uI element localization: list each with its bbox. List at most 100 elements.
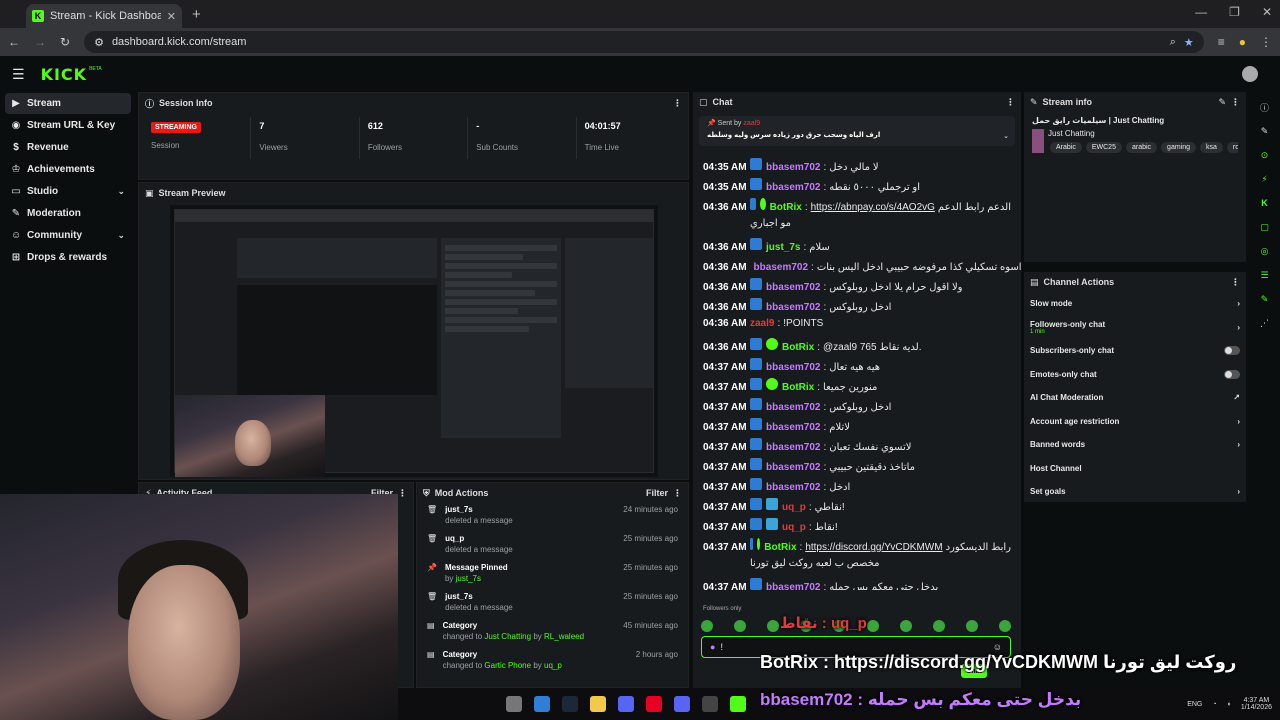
- chat-message[interactable]: 04:36 AM zaal9: !POINTS: [693, 318, 1021, 338]
- chevron-down-icon[interactable]: ⌄: [1003, 132, 1009, 140]
- ai-moderation-action[interactable]: AI Chat Moderation ↗: [1024, 386, 1246, 410]
- chat-message[interactable]: 04:37 AM bbasem702: ادخل: [693, 478, 1021, 498]
- chat-username[interactable]: bbasem702: [754, 262, 808, 273]
- emote-icon[interactable]: [932, 620, 945, 632]
- chat-message[interactable]: 04:36 AM just_7s: سلام: [693, 238, 1021, 258]
- chat-username[interactable]: bbasem702: [766, 482, 820, 493]
- chat-username[interactable]: bbasem702: [766, 182, 820, 193]
- chat-message[interactable]: 04:36 AM BotRix: @zaal9 765 لديه نقاط.: [693, 338, 1021, 358]
- menu-icon[interactable]: ⋮: [1260, 35, 1272, 49]
- chat-username[interactable]: just_7s: [766, 242, 800, 253]
- clock[interactable]: 4:37 AM 1/14/2026: [1241, 697, 1272, 711]
- edit-icon[interactable]: ✎: [1218, 97, 1226, 108]
- chat-message[interactable]: 04:37 AM bbasem702: ماتاخذ دقيقتين حبيبي: [693, 458, 1021, 478]
- panel-menu-icon[interactable]: ⋮: [1006, 97, 1015, 108]
- chat-message[interactable]: 04:37 AM BotRix: منورين جميعا: [693, 378, 1021, 398]
- chat-message[interactable]: 04:37 AM bbasem702: ادخل روبلوكس: [693, 398, 1021, 418]
- chat-message[interactable]: 04:37 AM uq_p: نقاطي!: [693, 498, 1021, 518]
- banned-words-action[interactable]: Banned words ›: [1024, 433, 1246, 457]
- close-window-icon[interactable]: ✕: [1262, 5, 1272, 19]
- chat-message[interactable]: 04:36 AM bbasem702: اسوه تسكيلي كذا مرفوضه…: [693, 258, 1021, 278]
- emote-icon[interactable]: [767, 620, 780, 632]
- back-icon[interactable]: ←: [8, 35, 20, 49]
- reload-icon[interactable]: ↻: [60, 35, 70, 49]
- chat-message[interactable]: 04:36 AM bbasem702: ولا اقول حرام يلا ادخل…: [693, 278, 1021, 298]
- chat-username[interactable]: BotRix: [764, 542, 796, 553]
- minimize-icon[interactable]: —: [1195, 5, 1207, 19]
- emote-icon[interactable]: [734, 620, 747, 632]
- emoji-icon[interactable]: ☺: [993, 642, 1002, 652]
- sidebar-item-studio[interactable]: ▭ Studio ⌄: [5, 181, 131, 202]
- wrench-rail-icon[interactable]: ✎: [1256, 290, 1274, 308]
- xbox-taskbar-icon[interactable]: [702, 696, 718, 712]
- maximize-icon[interactable]: ❐: [1229, 5, 1240, 19]
- chat-rail-icon[interactable]: ▢: [1256, 218, 1274, 236]
- chat-username[interactable]: zaal9: [750, 318, 774, 329]
- list-rail-icon[interactable]: ☰: [1256, 266, 1274, 284]
- emote-icon[interactable]: [899, 620, 912, 632]
- chat-message[interactable]: مو اجباري: [693, 218, 1021, 238]
- volume-icon[interactable]: ◖: [1227, 701, 1231, 708]
- chat-username[interactable]: bbasem702: [766, 162, 820, 173]
- chat-message[interactable]: 04:37 AM bbasem702: هيه هيه تعال: [693, 358, 1021, 378]
- kick-logo[interactable]: KICK: [41, 65, 88, 84]
- emote-icon[interactable]: [998, 620, 1011, 632]
- zoom-icon[interactable]: ⌕: [1170, 36, 1176, 49]
- chat-username[interactable]: bbasem702: [766, 422, 820, 433]
- panel-menu-icon[interactable]: ⋮: [1231, 97, 1240, 108]
- language-indicator[interactable]: ENG: [1187, 701, 1202, 708]
- sidebar-item-revenue[interactable]: $ Revenue: [5, 137, 131, 158]
- chat-link[interactable]: https://abnpay.co/s/4AO2vG: [811, 202, 935, 213]
- close-tab-icon[interactable]: ✕: [167, 10, 176, 23]
- mic-icon[interactable]: ●: [710, 642, 715, 652]
- chat-username[interactable]: BotRix: [770, 202, 802, 213]
- chat-username[interactable]: bbasem702: [766, 302, 820, 313]
- chat-message[interactable]: 04:37 AM BotRix: https://discord.gg/YvCDKM…: [693, 538, 1021, 558]
- chat-username[interactable]: bbasem702: [766, 442, 820, 453]
- chat-link[interactable]: https://discord.gg/YvCDKMWM: [805, 542, 942, 553]
- slow-mode-action[interactable]: Slow mode ›: [1024, 292, 1246, 316]
- chat-username[interactable]: uq_p: [782, 522, 806, 533]
- share-rail-icon[interactable]: ⋰: [1256, 314, 1274, 332]
- stream-preview-video[interactable]: [170, 205, 658, 477]
- emotes-only-toggle[interactable]: [1224, 369, 1240, 379]
- panel-menu-icon[interactable]: ⋮: [673, 488, 682, 499]
- host-channel-action[interactable]: Host Channel: [1024, 457, 1246, 481]
- sidebar-item-stream-url-key[interactable]: ◉ Stream URL & Key: [5, 115, 131, 136]
- pinned-message[interactable]: 📌 Sent by zaal9 ارف الياه وسحب حرق دور ز…: [699, 116, 1015, 146]
- sidebar-item-drops-rewards[interactable]: ⊞ Drops & rewards: [5, 247, 131, 268]
- chat-username[interactable]: BotRix: [782, 382, 814, 393]
- wifi-icon[interactable]: ◔: [1212, 701, 1216, 708]
- user-avatar[interactable]: [1242, 66, 1258, 82]
- chat-username[interactable]: bbasem702: [766, 462, 820, 473]
- profile-icon[interactable]: ●: [1239, 35, 1246, 49]
- emote-icon[interactable]: [866, 620, 879, 632]
- broadcast-rail-icon[interactable]: ◎: [1256, 242, 1274, 260]
- sidebar-item-community[interactable]: ☺ Community ⌄: [5, 225, 131, 246]
- folder-taskbar-icon[interactable]: [590, 696, 606, 712]
- chat-message[interactable]: 04:36 AM bbasem702: ادخل روبلوكس: [693, 298, 1021, 318]
- chat-username[interactable]: bbasem702: [766, 582, 820, 590]
- subscribers-only-toggle[interactable]: [1224, 346, 1240, 356]
- chat-username[interactable]: bbasem702: [766, 282, 820, 293]
- edge-taskbar-icon[interactable]: [534, 696, 550, 712]
- panel-menu-icon[interactable]: ⋮: [398, 488, 407, 499]
- media-icon[interactable]: ≡: [1218, 35, 1225, 49]
- chat-message[interactable]: 04:37 AM bbasem702: بدخل حتى معكم بس حمله: [693, 578, 1021, 590]
- hamburger-icon[interactable]: ☰: [12, 66, 25, 83]
- mod-filter-button[interactable]: Filter: [646, 488, 668, 498]
- chat-message[interactable]: 04:37 AM uq_p: نقاط!: [693, 518, 1021, 538]
- kick-taskbar-icon[interactable]: [730, 696, 746, 712]
- info-rail-icon[interactable]: ⓘ: [1256, 98, 1274, 116]
- pinterest-taskbar-icon[interactable]: [646, 696, 662, 712]
- sidebar-item-achievements[interactable]: ♔ Achievements: [5, 159, 131, 180]
- bookmark-star-icon[interactable]: ★: [1184, 36, 1194, 49]
- chat-username[interactable]: uq_p: [782, 502, 806, 513]
- chat-message[interactable]: 04:35 AM bbasem702: لا مالي دخل: [693, 158, 1021, 178]
- chat-message[interactable]: 04:36 AM BotRix: https://abnpay.co/s/4AO2v…: [693, 198, 1021, 218]
- forward-icon[interactable]: →: [34, 35, 46, 49]
- chat-username[interactable]: BotRix: [782, 342, 814, 353]
- account-age-action[interactable]: Account age restriction ›: [1024, 410, 1246, 434]
- target-rail-icon[interactable]: ⊙: [1256, 146, 1274, 164]
- browser-tab[interactable]: K Stream - Kick Dashboard ✕: [26, 4, 182, 28]
